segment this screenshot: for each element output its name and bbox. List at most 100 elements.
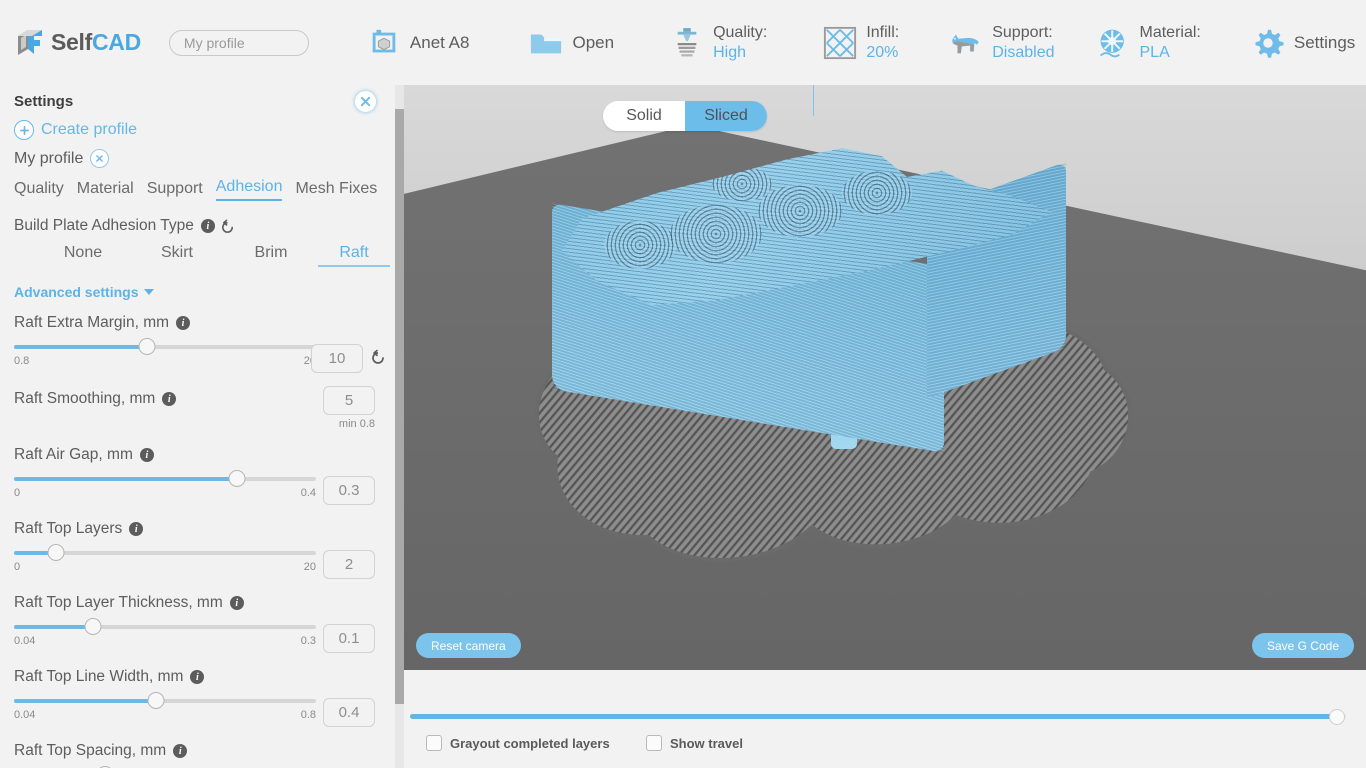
view-mode-solid[interactable]: Solid <box>603 101 685 131</box>
setting-label-row: Raft Air Gap, mm i <box>14 446 394 464</box>
layer-slider-fill <box>410 714 1337 719</box>
slider-track[interactable] <box>14 338 316 355</box>
tab-mesh-fixes[interactable]: Mesh Fixes <box>295 180 377 201</box>
grayout-completed-layers-checkbox[interactable] <box>426 735 442 751</box>
setting-label: Raft Top Spacing, mm <box>14 742 167 759</box>
quality-selector[interactable]: Quality: High <box>670 13 767 73</box>
slider[interactable]: 0.04 0.3 <box>14 618 316 647</box>
slider[interactable]: 0 20 <box>14 544 316 573</box>
setting-row-raft-top-layer-thickness: Raft Top Layer Thickness, mm i 0.04 0.3 … <box>0 594 394 660</box>
save-gcode-button[interactable]: Save G Code <box>1251 633 1354 658</box>
info-icon[interactable]: i <box>229 596 244 610</box>
panel-title: Settings <box>14 93 74 110</box>
layer-slider-knob[interactable] <box>1328 709 1345 725</box>
slider-ticks: 0 0.4 <box>14 487 316 499</box>
info-icon[interactable]: i <box>190 670 205 684</box>
infill-label: Infill: <box>866 23 900 41</box>
tab-adhesion[interactable]: Adhesion <box>215 178 283 201</box>
slider-track[interactable] <box>14 618 316 635</box>
setting-row-raft-extra-margin: Raft Extra Margin, mm i 0.8 20 10 <box>0 314 394 380</box>
adhesion-option-skirt[interactable]: Skirt <box>130 244 224 267</box>
settings-panel-scroll-area: Settings Create profile My profile Quali… <box>0 85 394 768</box>
reset-camera-button[interactable]: Reset camera <box>416 633 521 658</box>
panel-scrollbar-thumb[interactable] <box>395 109 404 704</box>
setting-value-input[interactable]: 0.1 <box>323 624 375 653</box>
info-icon[interactable]: i <box>176 316 191 330</box>
setting-label: Raft Top Layers <box>14 520 123 537</box>
info-icon[interactable]: i <box>200 219 215 233</box>
setting-row-raft-air-gap: Raft Air Gap, mm i 0 0.4 0.3 <box>0 446 394 512</box>
printer-selector[interactable]: Anet A8 <box>367 13 469 73</box>
grayout-completed-layers-row[interactable]: Grayout completed layers <box>426 735 610 751</box>
slider-knob[interactable] <box>84 618 102 635</box>
tab-support[interactable]: Support <box>147 180 203 201</box>
tab-quality[interactable]: Quality <box>14 180 64 201</box>
3d-viewport[interactable]: Solid Sliced Reset camera Save G Code <box>404 85 1366 670</box>
open-button[interactable]: Open <box>529 13 614 73</box>
slider-knob[interactable] <box>138 338 156 355</box>
setting-label-row: Raft Top Layers i <box>14 520 394 538</box>
slider-ticks: 0.8 20 <box>14 355 316 367</box>
close-icon[interactable] <box>354 90 377 113</box>
slider-track[interactable] <box>14 470 316 487</box>
folder-icon <box>529 26 563 60</box>
create-profile-label: Create profile <box>41 121 138 138</box>
active-profile-row: My profile <box>14 149 394 168</box>
advanced-settings-toggle[interactable]: Advanced settings <box>14 284 394 300</box>
layer-slider[interactable] <box>410 709 1346 725</box>
info-icon[interactable]: i <box>173 744 188 758</box>
slider-knob[interactable] <box>47 544 65 561</box>
active-profile-name: My profile <box>14 149 84 167</box>
create-profile-button[interactable]: Create profile <box>14 120 394 140</box>
profile-input[interactable] <box>168 29 309 56</box>
slider-knob[interactable] <box>228 470 246 487</box>
show-travel-checkbox[interactable] <box>646 735 662 751</box>
slider[interactable]: 0.04 0.8 <box>14 692 316 721</box>
setting-row-raft-top-layers: Raft Top Layers i 0 20 2 <box>0 520 394 586</box>
support-selector[interactable]: Support: Disabled <box>949 13 1055 73</box>
setting-value-input[interactable]: 0.3 <box>323 476 375 505</box>
sliced-model[interactable] <box>549 143 1069 453</box>
panel-scrollbar-track[interactable] <box>395 85 404 768</box>
info-icon[interactable]: i <box>139 448 154 462</box>
setting-label-row: Raft Top Layer Thickness, mm i <box>14 594 394 612</box>
infill-selector[interactable]: Infill: 20% <box>823 13 899 73</box>
slider-fill <box>14 625 93 629</box>
show-travel-row[interactable]: Show travel <box>646 735 743 751</box>
material-selector[interactable]: Material: PLA <box>1097 13 1201 73</box>
view-mode-sliced[interactable]: Sliced <box>685 101 767 131</box>
reset-icon[interactable] <box>220 219 235 234</box>
adhesion-option-none[interactable]: None <box>36 244 130 267</box>
slider-track[interactable] <box>14 544 316 561</box>
setting-value-input[interactable]: 2 <box>323 550 375 579</box>
slider-fill <box>14 345 147 349</box>
slider-min: 0.04 <box>14 635 36 647</box>
info-icon[interactable]: i <box>162 392 177 406</box>
slider-min: 0 <box>14 487 21 499</box>
brand-title-part1: Self <box>51 29 92 55</box>
slider-ticks: 0.04 0.3 <box>14 635 316 647</box>
adhesion-option-raft[interactable]: Raft <box>318 244 390 267</box>
settings-label: Settings <box>1293 32 1356 52</box>
selfcad-logo-icon <box>16 27 46 59</box>
setting-label: Raft Smoothing, mm <box>14 390 156 407</box>
slider-knob[interactable] <box>147 692 165 709</box>
remove-profile-icon[interactable] <box>90 149 110 168</box>
tab-material[interactable]: Material <box>77 180 134 201</box>
slider-track[interactable] <box>14 692 316 709</box>
slider[interactable]: 0 0.4 <box>14 470 316 499</box>
adhesion-option-brim[interactable]: Brim <box>224 244 318 267</box>
grayout-completed-layers-label: Grayout completed layers <box>450 735 610 751</box>
settings-button[interactable]: Settings <box>1251 13 1355 73</box>
setting-value-input[interactable]: 0.4 <box>323 698 375 727</box>
setting-value-input[interactable]: 5 <box>323 386 375 415</box>
setting-label: Raft Top Layer Thickness, mm <box>14 594 223 611</box>
info-icon[interactable]: i <box>129 522 144 536</box>
support-value: Disabled <box>992 43 1055 61</box>
infill-swirl <box>712 167 772 201</box>
view-mode-toggle: Solid Sliced <box>603 101 767 131</box>
setting-value-input[interactable]: 10 <box>311 344 363 373</box>
support-dog-icon <box>949 26 983 60</box>
slider[interactable]: 0.8 20 <box>14 338 316 367</box>
reset-icon[interactable] <box>370 349 386 365</box>
